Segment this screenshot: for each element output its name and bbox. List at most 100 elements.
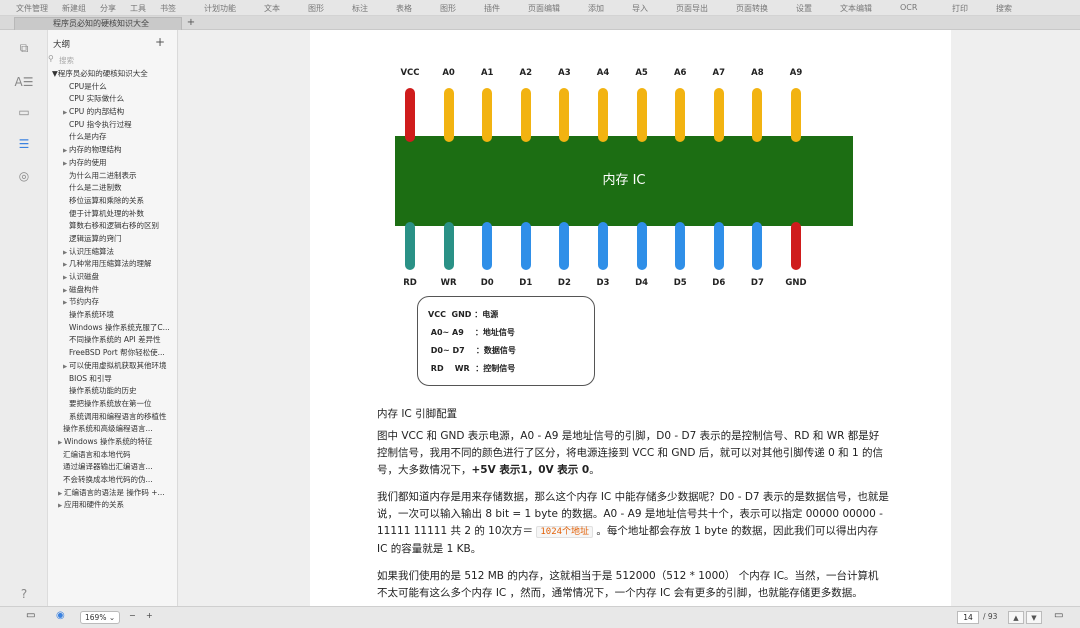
- menu-item[interactable]: 搜索: [996, 3, 1012, 14]
- menu-item[interactable]: 页面转换: [736, 3, 768, 14]
- prev-page-button[interactable]: ▲: [1008, 611, 1024, 624]
- outline-item[interactable]: ▶ 汇编语言的语法是 操作码 +...: [48, 487, 177, 500]
- outline-item[interactable]: 不会转换成本地代码的伪...: [48, 474, 177, 487]
- help-icon[interactable]: ?: [14, 584, 34, 604]
- menu-item[interactable]: 图形: [308, 3, 324, 14]
- menu-item[interactable]: 插件: [484, 3, 500, 14]
- outline-item[interactable]: CPU是什么: [48, 81, 177, 94]
- outline-item[interactable]: ▶ 认识磁盘: [48, 271, 177, 284]
- copy-icon[interactable]: ⧉: [14, 38, 34, 58]
- menu-item[interactable]: 分享: [100, 3, 116, 14]
- bottom-pin-label: D5: [673, 278, 687, 288]
- outline-item[interactable]: 为什么用二进制表示: [48, 170, 177, 183]
- outline-item[interactable]: 操作系统环境: [48, 309, 177, 322]
- menu-item[interactable]: 计划功能: [204, 3, 236, 14]
- top-pin-label: A4: [596, 68, 610, 78]
- outline-item[interactable]: 移位运算和乘除的关系: [48, 195, 177, 208]
- menu-item[interactable]: 添加: [588, 3, 604, 14]
- paragraph-1-text: 图中 VCC 和 GND 表示电源，A0 - A9 是地址信号的引脚，D0 - …: [377, 430, 883, 476]
- next-page-button[interactable]: ▼: [1026, 611, 1042, 624]
- outline-item[interactable]: ▶ 应用和硬件的关系: [48, 499, 177, 512]
- top-pin: [713, 88, 724, 142]
- outline-item[interactable]: 便于计算机处理的补数: [48, 208, 177, 221]
- outline-item[interactable]: 操作系统功能的历史: [48, 385, 177, 398]
- bottom-pin-label: D2: [557, 278, 571, 288]
- outline-item[interactable]: CPU 指令执行过程: [48, 119, 177, 132]
- bottom-pin-label: D3: [596, 278, 610, 288]
- bottom-pin: [559, 222, 570, 270]
- text-style-icon[interactable]: A☰: [14, 72, 34, 92]
- outline-item-label: Windows 操作系统克服了C...: [69, 322, 170, 332]
- outline-item[interactable]: 不同操作系统的 API 差异性: [48, 334, 177, 347]
- menu-item[interactable]: 页面编辑: [528, 3, 560, 14]
- memory-ic-chip: 内存 IC: [395, 136, 853, 226]
- sidebar-toggle-icon[interactable]: ▭: [26, 610, 35, 621]
- top-pin-label: A1: [480, 68, 494, 78]
- menu-item[interactable]: 打印: [952, 3, 968, 14]
- right-gutter: [952, 30, 1080, 606]
- menu-item[interactable]: 表格: [396, 3, 412, 14]
- outline-item[interactable]: 逻辑运算的窍门: [48, 233, 177, 246]
- outline-search-input[interactable]: ⚲ 搜索: [48, 54, 177, 66]
- outline-item[interactable]: 通过编译器输出汇编语言...: [48, 461, 177, 474]
- bottom-pin: [791, 222, 801, 270]
- outline-item[interactable]: 系统调用和编程语言的移植性: [48, 411, 177, 424]
- outline-item[interactable]: ▶ 认识压缩算法: [48, 246, 177, 259]
- menu-item[interactable]: 页面导出: [676, 3, 708, 14]
- zoom-in-button[interactable]: +: [146, 611, 153, 620]
- document-canvas: 内存 IC VCC GND ：电源 A0~ A9 ：地址信号 D0~ D7 ：数…: [179, 30, 1080, 606]
- menu-item[interactable]: 书签: [160, 3, 176, 14]
- outline-item-label: CPU是什么: [69, 81, 107, 91]
- paragraph-1: 图中 VCC 和 GND 表示电源，A0 - A9 是地址信号的引脚，D0 - …: [377, 428, 889, 479]
- outline-item[interactable]: ▶ 内存的物理结构: [48, 144, 177, 157]
- menu-item[interactable]: 设置: [796, 3, 812, 14]
- top-pin-label: A7: [712, 68, 726, 78]
- outline-list-icon[interactable]: ☰: [14, 134, 34, 154]
- outline-item[interactable]: ▶ 节约内存: [48, 296, 177, 309]
- outline-item[interactable]: ▼程序员必知的硬核知识大全: [48, 68, 177, 81]
- outline-item[interactable]: Windows 操作系统克服了C...: [48, 322, 177, 335]
- outline-item[interactable]: 操作系统和高级编程语言...: [48, 423, 177, 436]
- outline-item[interactable]: 汇编语言和本地代码: [48, 449, 177, 462]
- fingerprint-icon[interactable]: ◎: [14, 166, 34, 186]
- bottom-pin: [482, 222, 493, 270]
- outline-item[interactable]: ▶ CPU 的内部结构: [48, 106, 177, 119]
- outline-item[interactable]: 要把操作系统放在第一位: [48, 398, 177, 411]
- tab-document[interactable]: 程序员必知的硬核知识大全: [14, 17, 182, 30]
- outline-item[interactable]: 算数右移和逻辑右移的区别: [48, 220, 177, 233]
- menu-item[interactable]: 工具: [130, 3, 146, 14]
- menu-item[interactable]: 文本编辑: [840, 3, 872, 14]
- fullscreen-icon[interactable]: ▭: [1054, 610, 1063, 621]
- outline-item[interactable]: ▶ 可以使用虚拟机获取其他环境: [48, 360, 177, 373]
- add-outline-button[interactable]: +: [155, 35, 165, 49]
- outline-item-label: 移位运算和乘除的关系: [69, 195, 144, 205]
- menu-item[interactable]: 文本: [264, 3, 280, 14]
- paragraph-1-bold: +5V 表示1，0V 表示 0: [471, 464, 590, 476]
- book-icon[interactable]: ▭: [14, 102, 34, 122]
- outline-item[interactable]: BIOS 和引导: [48, 373, 177, 386]
- new-tab-button[interactable]: +: [184, 17, 198, 30]
- page-number-input[interactable]: 14: [957, 611, 979, 624]
- menu-item[interactable]: 图形: [440, 3, 456, 14]
- menu-item[interactable]: 导入: [632, 3, 648, 14]
- menu-item[interactable]: 标注: [352, 3, 368, 14]
- outline-item[interactable]: 什么是二进制数: [48, 182, 177, 195]
- outline-item[interactable]: ▶ 磁盘构件: [48, 284, 177, 297]
- outline-item[interactable]: ▶ 几种常用压缩算法的理解: [48, 258, 177, 271]
- menu-item[interactable]: 新建组: [62, 3, 86, 14]
- outline-item[interactable]: ▶ Windows 操作系统的特征: [48, 436, 177, 449]
- top-pin: [482, 88, 493, 142]
- search-icon: ⚲: [48, 54, 54, 63]
- menu-item[interactable]: OCR: [900, 3, 917, 12]
- outline-item[interactable]: CPU 实际做什么: [48, 93, 177, 106]
- outline-item[interactable]: 什么是内存: [48, 131, 177, 144]
- outline-item-label: CPU 实际做什么: [69, 94, 125, 104]
- outline-item-label: CPU 指令执行过程: [69, 119, 132, 129]
- outline-item[interactable]: FreeBSD Port 帮你轻松使...: [48, 347, 177, 360]
- outline-item-label: 几种常用压缩算法的理解: [69, 259, 152, 269]
- menu-item[interactable]: 文件管理: [16, 3, 48, 14]
- outline-item[interactable]: ▶ 内存的使用: [48, 157, 177, 170]
- zoom-select[interactable]: 169% ⌄: [80, 611, 120, 624]
- eye-icon[interactable]: ◉: [56, 610, 65, 621]
- zoom-out-button[interactable]: −: [129, 611, 136, 620]
